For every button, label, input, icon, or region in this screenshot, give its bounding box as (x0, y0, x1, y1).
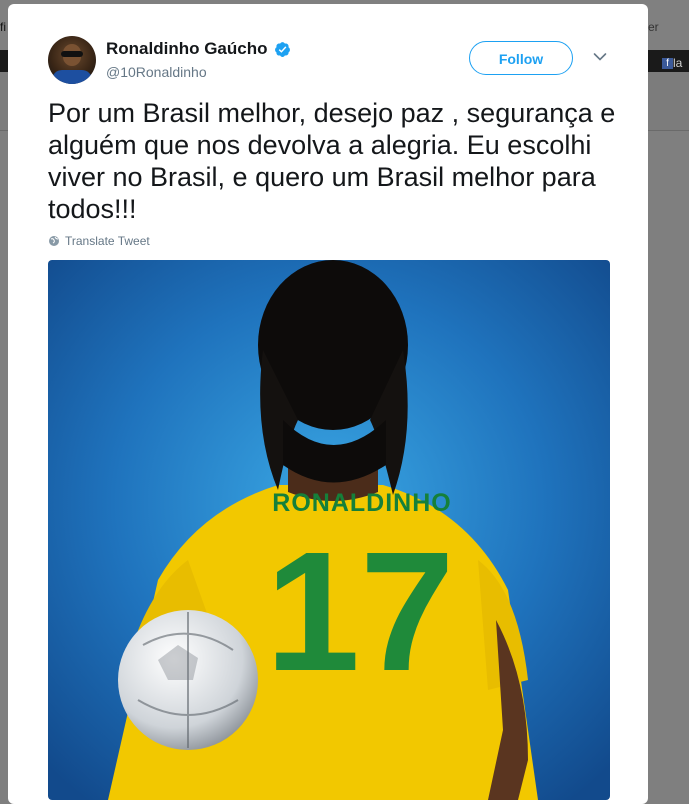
jersey-name-text: RONALDINHO (272, 489, 451, 517)
author-name-row[interactable]: Ronaldinho Gaúcho (106, 39, 291, 59)
facebook-icon: f (662, 58, 673, 70)
translate-tweet-label[interactable]: Translate Tweet (65, 234, 150, 248)
tweet-modal: Ronaldinho Gaúcho @10Ronaldinho Follow P… (8, 4, 648, 804)
follow-button[interactable]: Follow (469, 41, 573, 75)
author-name[interactable]: Ronaldinho Gaúcho (106, 39, 268, 59)
globe-icon (49, 236, 59, 246)
background-fb-text: la (673, 56, 683, 70)
chevron-down-icon[interactable] (593, 52, 607, 62)
tweet-image[interactable]: RONALDINHO 17 (48, 260, 610, 800)
author-handle[interactable]: @10Ronaldinho (106, 64, 207, 80)
tweet-text: Por um Brasil melhor, desejo paz , segur… (48, 98, 616, 224)
translate-tweet-link[interactable]: Translate Tweet (48, 234, 150, 248)
background-text-right: er (648, 20, 659, 34)
background-text-left: fi (0, 20, 6, 34)
avatar[interactable] (48, 36, 96, 84)
verified-badge-icon (274, 41, 290, 57)
background-facebook-link: f la (662, 56, 689, 70)
jersey-number-text: 17 (265, 517, 454, 707)
